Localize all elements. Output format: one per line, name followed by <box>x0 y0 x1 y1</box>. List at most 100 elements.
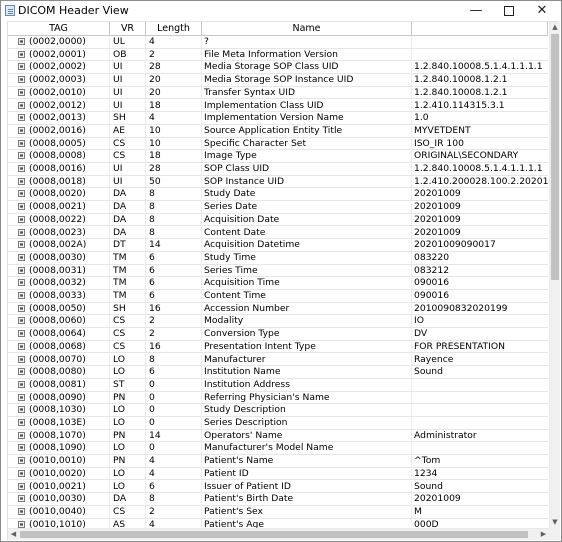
vertical-scroll-thumb[interactable] <box>551 34 559 280</box>
table-row[interactable]: (0010,0040) CS 2 Patient's Sex M <box>8 505 548 519</box>
element-icon[interactable] <box>18 520 25 528</box>
element-icon[interactable] <box>18 152 25 160</box>
element-icon[interactable] <box>18 114 25 122</box>
element-icon[interactable] <box>18 457 25 465</box>
element-icon[interactable] <box>18 330 25 338</box>
table-row[interactable]: (0002,0016) AE 10 Source Application Entity… <box>8 124 548 138</box>
element-icon[interactable] <box>18 76 25 84</box>
table-row[interactable]: (0008,0090) PN 0 Referring Physician's Name <box>8 391 548 405</box>
table-row[interactable]: (0008,1070) PN 14 Operators' Name Administra… <box>8 429 548 443</box>
element-icon[interactable] <box>18 495 25 503</box>
column-header-length[interactable]: Length <box>146 22 202 36</box>
element-icon[interactable] <box>18 253 25 261</box>
table-row[interactable]: (0002,0000) UL 4? <box>8 36 548 49</box>
element-icon[interactable] <box>18 355 25 363</box>
element-icon[interactable] <box>18 393 25 401</box>
table-row[interactable]: (0008,0005) CS 10 Specific Character Set ISO… <box>8 137 548 151</box>
element-icon[interactable] <box>18 215 25 223</box>
table-row[interactable]: (0002,0003) UI 20 Media Storage SOP Instanc… <box>8 74 548 87</box>
element-icon[interactable] <box>18 38 25 45</box>
element-icon[interactable] <box>18 190 25 198</box>
element-icon[interactable] <box>18 177 25 185</box>
table-row[interactable]: (0008,0020) DA 8 Study Date 20201009 <box>8 188 548 202</box>
table-row[interactable]: (0010,0010) PN 4 Patient's Name ^Tom <box>8 455 548 468</box>
element-icon[interactable] <box>18 507 25 515</box>
element-icon[interactable] <box>18 469 25 477</box>
element-icon[interactable] <box>18 50 25 58</box>
table-row[interactable]: (0008,0081) ST 0 Institution Address <box>8 378 548 392</box>
table-row[interactable]: (0010,0030) DA 8 Patient's Birth Date 202010… <box>8 493 548 506</box>
table-row[interactable]: (0008,0022) DA 8 Acquisition Date 20201009 <box>8 213 548 227</box>
element-icon[interactable] <box>18 380 25 388</box>
table-row[interactable]: (0008,0016) UI 28 SOP Class UID 1.2.840.1000… <box>8 163 548 176</box>
element-icon[interactable] <box>18 165 25 172</box>
table-row[interactable]: (0010,0020) LO 4 Patient ID 1234 <box>8 467 548 481</box>
minimize-button[interactable]: — <box>461 1 491 21</box>
element-icon[interactable] <box>18 126 25 134</box>
element-icon[interactable] <box>18 241 25 249</box>
vertical-scrollbar[interactable]: ▲ ▼ <box>549 22 560 528</box>
table-row[interactable]: (0002,0010) UI 20 Transfer Syntax UID 1.2.84… <box>8 86 548 100</box>
table-row[interactable]: (0002,0013) SH 4 Implementation Version Nam… <box>8 112 548 125</box>
element-icon[interactable] <box>18 63 25 71</box>
close-button[interactable]: ✕ <box>527 1 557 21</box>
element-icon[interactable] <box>18 419 25 426</box>
table-row[interactable]: (0008,0064) CS 2 Conversion Type DV <box>8 328 548 341</box>
table-row[interactable]: (0008,0070) LO 8 Manufacturer Rayence <box>8 353 548 367</box>
element-icon[interactable] <box>18 279 25 287</box>
element-icon[interactable] <box>18 203 25 211</box>
element-icon[interactable] <box>18 342 25 350</box>
table-row[interactable]: (0002,0001) OB 2 File Meta Information Vers… <box>8 48 548 62</box>
element-icon[interactable] <box>18 444 25 452</box>
table-row[interactable]: (0002,0012) UI 18 Implementation Class UID 1… <box>8 99 548 113</box>
column-header-name[interactable]: Name <box>202 22 412 36</box>
vr-cell: LO <box>110 442 146 456</box>
table-row[interactable]: (0008,002A) DT 14 Acquisition Datetime 20201… <box>8 239 548 252</box>
element-icon[interactable] <box>18 139 25 147</box>
maximize-button[interactable] <box>494 1 524 21</box>
scroll-right-icon[interactable]: ▶ <box>538 529 549 540</box>
table-row[interactable]: (0008,0018) UI 50 SOP Instance UID 1.2.410.2… <box>8 175 548 189</box>
element-icon[interactable] <box>18 228 25 236</box>
scroll-up-icon[interactable]: ▲ <box>550 22 560 33</box>
column-header-value[interactable] <box>412 22 548 36</box>
tag-text: (0008,0018) <box>29 175 86 187</box>
title-bar[interactable]: DICOM Header View — ✕ <box>1 1 561 21</box>
table-row[interactable]: (0010,0021) LO 6 Issuer of Patient ID Sound <box>8 480 548 494</box>
table-row[interactable]: (0008,0060) CS 2 Modality IO <box>8 315 548 329</box>
table-row[interactable]: (0010,1010) AS 4 Patient's Age 000D <box>8 518 548 528</box>
element-icon[interactable] <box>18 101 25 109</box>
horizontal-scrollbar[interactable]: ◀ ▶ <box>8 528 549 540</box>
column-header-tag[interactable]: TAG <box>8 22 110 36</box>
table-row[interactable]: (0008,0050) SH 16 Accession Number 201009083… <box>8 302 548 316</box>
element-icon[interactable] <box>18 317 25 325</box>
table-row[interactable]: (0008,0032) TM 6 Acquisition Time 090016 <box>8 277 548 290</box>
horizontal-scroll-thumb[interactable] <box>20 531 528 538</box>
table-row[interactable]: (0008,0023) DA 8 Content Date 20201009 <box>8 226 548 240</box>
column-header-vr[interactable]: VR <box>110 22 146 36</box>
table-row[interactable]: (0008,0068) CS 16 Presentation Intent Type F… <box>8 340 548 354</box>
table-row[interactable]: (0008,0033) TM 6 Content Time 090016 <box>8 290 548 303</box>
element-icon[interactable] <box>18 292 25 299</box>
element-icon[interactable] <box>18 431 25 439</box>
dicom-tag-grid[interactable]: TAG VR Length Name (0002,0000) UL 4? (0002,… <box>7 21 560 540</box>
table-row[interactable]: (0008,0030) TM 6 Study Time 083220 <box>8 251 548 265</box>
table-row[interactable]: (0008,0080) LO 6 Institution Name Sound <box>8 366 548 379</box>
table-row[interactable]: (0008,0008) CS 18 Image Type ORIGINAL\SECOND… <box>8 150 548 163</box>
element-icon[interactable] <box>18 482 25 490</box>
table-row[interactable]: (0008,1090) LO 0 Manufacturer's Model Name <box>8 442 548 456</box>
element-icon[interactable] <box>18 304 25 312</box>
element-icon[interactable] <box>18 88 25 96</box>
table-row[interactable]: (0008,0031) TM 6 Series Time 083212 <box>8 264 548 278</box>
scroll-down-icon[interactable]: ▼ <box>550 517 560 528</box>
tag-text: (0008,0033) <box>29 290 86 301</box>
element-icon[interactable] <box>18 406 25 414</box>
element-icon[interactable] <box>18 266 25 274</box>
scroll-left-icon[interactable]: ◀ <box>8 529 19 540</box>
table-row[interactable]: (0008,0021) DA 8 Series Date 20201009 <box>8 201 548 214</box>
table-row[interactable]: (0002,0002) UI 28 Media Storage SOP Class U… <box>8 61 548 75</box>
element-icon[interactable] <box>18 368 25 376</box>
vr-cell: TM <box>110 290 146 303</box>
table-row[interactable]: (0008,1030) LO 0 Study Description <box>8 404 548 417</box>
table-row[interactable]: (0008,103E) LO 0 Series Description <box>8 417 548 430</box>
